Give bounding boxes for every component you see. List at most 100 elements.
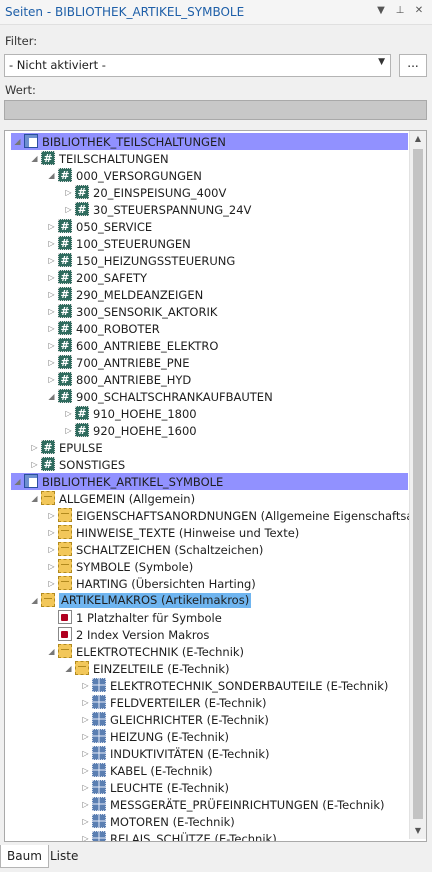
expand-icon[interactable]: ▷ [81, 714, 90, 725]
expand-icon[interactable]: ▷ [47, 544, 56, 555]
tree-item[interactable]: ▷ #30_STEUERSPANNUNG_24V [5, 201, 412, 218]
tree-item[interactable]: ◢ EINZELTEILE (E-Technik) [5, 660, 412, 677]
tree-item[interactable]: ▷ #20_EINSPEISUNG_400V [5, 184, 412, 201]
tree-item[interactable]: ▷ #700_ANTRIEBE_PNE [5, 354, 412, 371]
scrollbar-thumb[interactable] [413, 149, 423, 819]
tree-item[interactable]: ◢ ALLGEMEIN (Allgemein) [5, 490, 412, 507]
expand-icon[interactable]: ▷ [81, 748, 90, 759]
expand-icon[interactable]: ▷ [47, 255, 56, 266]
tree-item[interactable]: ◢ # TEILSCHALTUNGEN [5, 150, 412, 167]
expand-icon[interactable]: ▷ [81, 782, 90, 793]
tree-item[interactable]: ◢ BIBLIOTHEK_ARTIKEL_SYMBOLE [11, 473, 408, 490]
expand-icon[interactable]: ▷ [30, 442, 39, 453]
tree-item[interactable]: ▷ MOTOREN (E-Technik) [5, 813, 412, 830]
chevron-down-icon: ▼ [378, 57, 385, 67]
expand-icon[interactable]: ▷ [47, 323, 56, 334]
tree-item[interactable]: 1 Platzhalter für Symbole [5, 609, 412, 626]
tree-item[interactable]: ◢ ARTIKELMAKROS (Artikelmakros) [5, 592, 412, 609]
tree-item[interactable]: ▷ #800_ANTRIEBE_HYD [5, 371, 412, 388]
filter-browse-button[interactable]: ... [399, 54, 427, 77]
expand-icon[interactable]: ▷ [47, 561, 56, 572]
expand-icon[interactable]: ▷ [81, 680, 90, 691]
macro-folder-icon: # [58, 355, 72, 369]
expand-icon[interactable]: ▷ [47, 340, 56, 351]
expand-icon[interactable]: ▷ [81, 833, 90, 841]
scroll-up-icon[interactable]: ▲ [410, 131, 426, 147]
expand-icon[interactable]: ▷ [81, 731, 90, 742]
scroll-down-icon[interactable]: ▼ [410, 823, 426, 839]
expand-icon[interactable]: ▷ [64, 425, 73, 436]
tree-item-label: 300_SENSORIK_AKTORIK [76, 305, 218, 319]
expand-icon[interactable]: ▷ [81, 697, 90, 708]
expand-icon[interactable]: ▷ [47, 374, 56, 385]
tree-item[interactable]: ▷ HINWEISE_TEXTE (Hinweise und Texte) [5, 524, 412, 541]
collapse-icon[interactable]: ◢ [47, 170, 56, 181]
expand-icon[interactable]: ▷ [47, 510, 56, 521]
close-icon[interactable]: ✕ [412, 4, 426, 18]
tree-item[interactable]: ▷ INDUKTIVITÄTEN (E-Technik) [5, 745, 412, 762]
expand-icon[interactable]: ▷ [47, 272, 56, 283]
collapse-icon[interactable]: ◢ [64, 663, 73, 674]
expand-icon[interactable]: ▷ [47, 578, 56, 589]
expand-icon[interactable]: ▷ [47, 306, 56, 317]
tab-baum[interactable]: Baum [0, 845, 49, 868]
tree-item[interactable]: ▷ EIGENSCHAFTSANORDNUNGEN (Allgemeine Eig… [5, 507, 424, 524]
collapse-icon[interactable]: ◢ [47, 646, 56, 657]
expand-icon[interactable]: ▷ [81, 816, 90, 827]
tree-item[interactable]: ◢ #000_VERSORGUNGEN [5, 167, 412, 184]
tree-item[interactable]: ▷ RELAIS_SCHÜTZE (E-Technik) [5, 830, 412, 841]
page-tree[interactable]: ▷ RELAIS_SCHÜTZE (E-Technik) ▷ MOTOREN (E-T… [4, 130, 427, 842]
tree-item[interactable]: ▷ SCHALTZEICHEN (Schaltzeichen) [5, 541, 412, 558]
expand-icon[interactable]: ▷ [64, 204, 73, 215]
tree-item[interactable]: ▷ #100_STEUERUNGEN [5, 235, 412, 252]
collapse-icon[interactable]: ◢ [13, 476, 22, 487]
tree-item[interactable]: ▷ SYMBOLE (Symbole) [5, 558, 412, 575]
expand-icon[interactable]: ▷ [64, 408, 73, 419]
collapse-icon[interactable]: ◢ [13, 136, 22, 147]
tree-item[interactable]: ▷ HEIZUNG (E-Technik) [5, 728, 412, 745]
tree-item[interactable]: ▷ #290_MELDEANZEIGEN [5, 286, 412, 303]
tree-item[interactable]: ▷ #920_HOEHE_1600 [5, 422, 412, 439]
expand-icon[interactable]: ▷ [64, 187, 73, 198]
wert-field[interactable] [4, 100, 427, 120]
dropdown-icon[interactable]: ▼ [374, 4, 388, 18]
tree-item[interactable]: 2 Index Version Makros [5, 626, 412, 643]
expand-icon[interactable]: ▷ [47, 221, 56, 232]
tree-item[interactable]: ◢ #900_SCHALTSCHRANKAUFBAUTEN [5, 388, 412, 405]
tab-liste[interactable]: Liste [44, 845, 84, 867]
tree-item[interactable]: ▷ #200_SAFETY [5, 269, 412, 286]
expand-icon[interactable]: ▷ [47, 357, 56, 368]
pin-icon[interactable]: ⊥ [393, 4, 407, 18]
filter-select[interactable]: - Nicht aktiviert - ▼ [4, 54, 391, 77]
expand-icon[interactable]: ▷ [47, 527, 56, 538]
tree-item[interactable]: ▷ KABEL (E-Technik) [5, 762, 412, 779]
component-folder-icon [92, 746, 106, 760]
tree-item[interactable]: ▷ LEUCHTE (E-Technik) [5, 779, 412, 796]
collapse-icon[interactable]: ◢ [30, 153, 39, 164]
tree-item[interactable]: ◢ ELEKTROTECHNIK (E-Technik) [5, 643, 412, 660]
expand-icon[interactable]: ▷ [81, 799, 90, 810]
expand-icon[interactable]: ▷ [30, 459, 39, 470]
tree-item[interactable]: ▷ # SONSTIGES [5, 456, 412, 473]
tree-item[interactable]: ▷ #400_ROBOTER [5, 320, 412, 337]
folder-icon [41, 491, 55, 505]
tree-item[interactable]: ▷ HARTING (Übersichten Harting) [5, 575, 412, 592]
tree-item[interactable]: ▷ ELEKTROTECHNIK_SONDERBAUTEILE (E-Techni… [5, 677, 412, 694]
collapse-icon[interactable]: ◢ [47, 391, 56, 402]
tree-item[interactable]: ▷ #050_SERVICE [5, 218, 412, 235]
tree-item[interactable]: ▷ # EPULSE [5, 439, 412, 456]
expand-icon[interactable]: ▷ [81, 765, 90, 776]
tree-item[interactable]: ▷ MESSGERÄTE_PRÜFEINRICHTUNGEN (E-Technik… [5, 796, 412, 813]
tree-item[interactable]: ▷ #910_HOEHE_1800 [5, 405, 412, 422]
tree-item[interactable]: ▷ #300_SENSORIK_AKTORIK [5, 303, 412, 320]
collapse-icon[interactable]: ◢ [30, 595, 39, 606]
expand-icon[interactable]: ▷ [47, 289, 56, 300]
tree-item[interactable]: ◢ BIBLIOTHEK_TEILSCHALTUNGEN [11, 133, 408, 150]
collapse-icon[interactable]: ◢ [30, 493, 39, 504]
tree-item[interactable]: ▷ GLEICHRICHTER (E-Technik) [5, 711, 412, 728]
tree-item[interactable]: ▷ #600_ANTRIEBE_ELEKTRO [5, 337, 412, 354]
tree-item[interactable]: ▷ FELDVERTEILER (E-Technik) [5, 694, 412, 711]
vertical-scrollbar[interactable]: ▲ ▼ [409, 131, 426, 839]
expand-icon[interactable]: ▷ [47, 238, 56, 249]
tree-item[interactable]: ▷ #150_HEIZUNGSSTEUERUNG [5, 252, 412, 269]
